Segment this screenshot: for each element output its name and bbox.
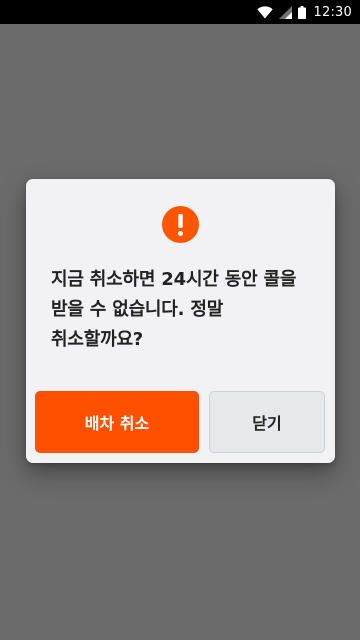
- wifi-icon: [256, 5, 273, 19]
- status-bar: 12:30: [0, 0, 360, 24]
- close-button[interactable]: 닫기: [209, 391, 325, 453]
- alert-icon: [162, 206, 199, 243]
- cancel-dispatch-dialog: 지금 취소하면 24시간 동안 콜을 받을 수 없습니다. 정말 취소할까요? …: [26, 179, 335, 463]
- battery-icon: [297, 5, 306, 19]
- status-time: 12:30: [313, 4, 352, 20]
- status-icons: 12:30: [251, 0, 352, 24]
- signal-icon: [278, 5, 292, 19]
- dialog-message: 지금 취소하면 24시간 동안 콜을 받을 수 없습니다. 정말 취소할까요?: [51, 269, 297, 350]
- cancel-dispatch-button[interactable]: 배차 취소: [35, 391, 199, 453]
